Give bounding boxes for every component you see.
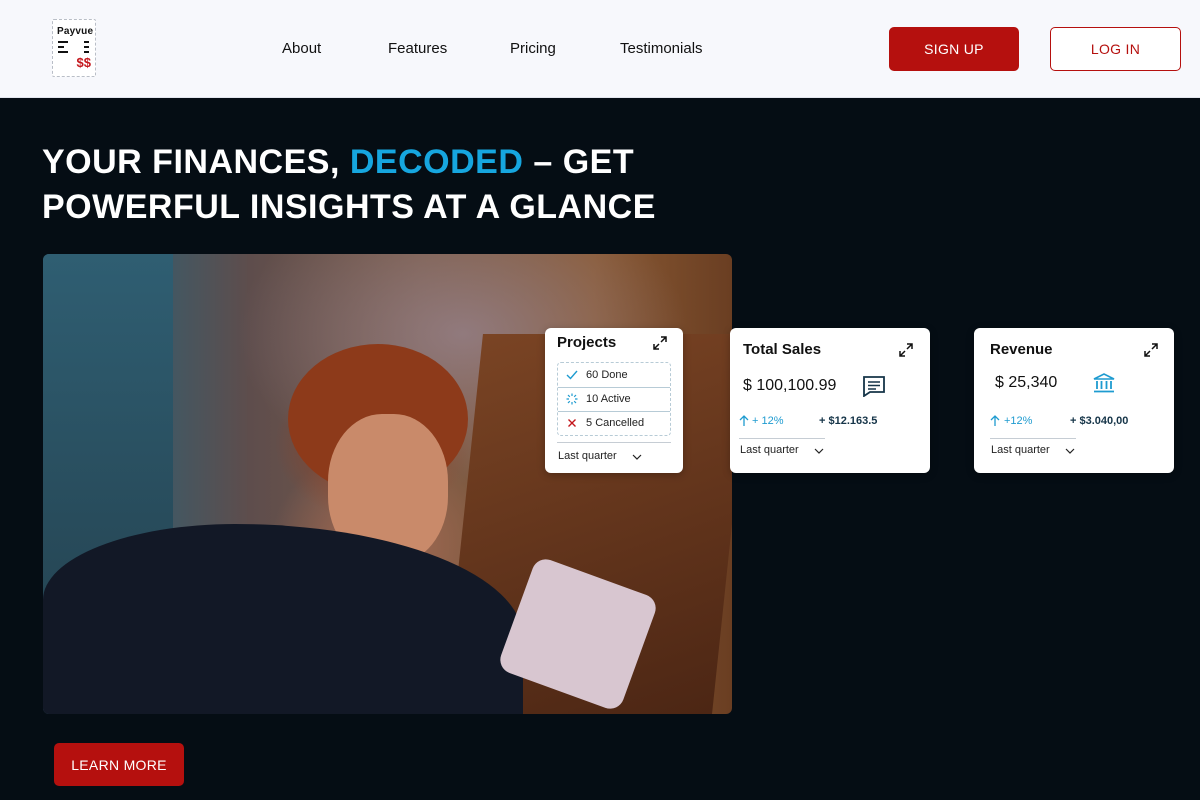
headline-part1: YOUR FINANCES, xyxy=(42,143,350,181)
divider xyxy=(990,438,1076,439)
projects-done-label: Done xyxy=(601,369,628,381)
logo-brand-name: Payvue xyxy=(57,26,94,37)
hero-headline: YOUR FINANCES, DECODED – GET POWERFUL IN… xyxy=(42,140,762,230)
projects-period-select[interactable]: Last quarter xyxy=(558,450,617,462)
logo-lines-right xyxy=(84,41,89,56)
divider xyxy=(557,442,671,443)
projects-status-list: 60 Done 10 Active 5 Cancelled xyxy=(557,362,671,436)
learn-more-button[interactable]: LEARN MORE xyxy=(54,743,184,786)
payvue-logo[interactable]: Payvue $$ xyxy=(52,19,96,77)
projects-done-count: 60 xyxy=(586,369,599,381)
projects-active-count: 10 xyxy=(586,393,599,405)
arrow-up-icon xyxy=(739,415,749,426)
logo-lines-left xyxy=(58,41,68,56)
signup-button[interactable]: SIGN UP xyxy=(889,27,1019,71)
logo-money-symbol: $$ xyxy=(76,55,91,70)
chevron-down-icon[interactable] xyxy=(1065,446,1075,456)
nav-features[interactable]: Features xyxy=(388,40,447,57)
revenue-change-percent: +12% xyxy=(1004,415,1033,427)
x-icon xyxy=(568,419,576,427)
login-button[interactable]: LOG IN xyxy=(1050,27,1181,71)
revenue-change-value: + $3.040,00 xyxy=(1070,415,1129,427)
projects-title: Projects xyxy=(557,334,617,351)
sales-change-value: + $12.163.5 xyxy=(819,415,878,427)
check-icon xyxy=(566,370,578,380)
divider xyxy=(558,387,670,388)
site-header: Payvue $$ About Features Pricing Testimo… xyxy=(0,0,1200,98)
sales-amount: $ 100,100.99 xyxy=(743,377,837,394)
revenue-period-select[interactable]: Last quarter xyxy=(991,444,1050,456)
nav-about[interactable]: About xyxy=(282,40,321,57)
projects-active-row: 10 Active xyxy=(558,389,670,410)
projects-cancelled-label: Cancelled xyxy=(595,417,645,429)
expand-icon[interactable] xyxy=(1143,342,1159,358)
headline-accent: DECODED xyxy=(349,143,524,181)
projects-active-label: Active xyxy=(600,393,631,405)
revenue-amount: $ 25,340 xyxy=(995,374,1058,391)
loading-icon xyxy=(566,393,578,405)
expand-icon[interactable] xyxy=(652,335,668,351)
projects-cancelled-row: 5 Cancelled xyxy=(558,413,670,434)
arrow-up-icon xyxy=(990,415,1000,426)
divider xyxy=(739,438,825,439)
sales-period-select[interactable]: Last quarter xyxy=(740,444,799,456)
projects-cancelled-count: 5 xyxy=(586,417,593,429)
revenue-card: Revenue $ 25,340 +12% + $3.040,00 Last q… xyxy=(974,328,1174,473)
expand-icon[interactable] xyxy=(898,342,914,358)
hero-photo xyxy=(43,254,732,714)
revenue-title: Revenue xyxy=(990,341,1053,358)
chevron-down-icon[interactable] xyxy=(632,452,642,462)
photo-blanket xyxy=(43,524,523,714)
receipt-icon xyxy=(863,376,885,397)
projects-card: Projects 60 Done 10 Active 5 Cancelled L… xyxy=(545,328,683,473)
nav-testimonials[interactable]: Testimonials xyxy=(620,40,703,57)
divider xyxy=(558,411,670,412)
total-sales-card: Total Sales $ 100,100.99 + 12% + $12.163… xyxy=(730,328,930,473)
bank-icon xyxy=(1093,373,1115,393)
projects-done-row: 60 Done xyxy=(558,365,670,386)
sales-title: Total Sales xyxy=(743,341,822,358)
chevron-down-icon[interactable] xyxy=(814,446,824,456)
nav-pricing[interactable]: Pricing xyxy=(510,40,556,57)
sales-change-percent: + 12% xyxy=(752,415,784,427)
